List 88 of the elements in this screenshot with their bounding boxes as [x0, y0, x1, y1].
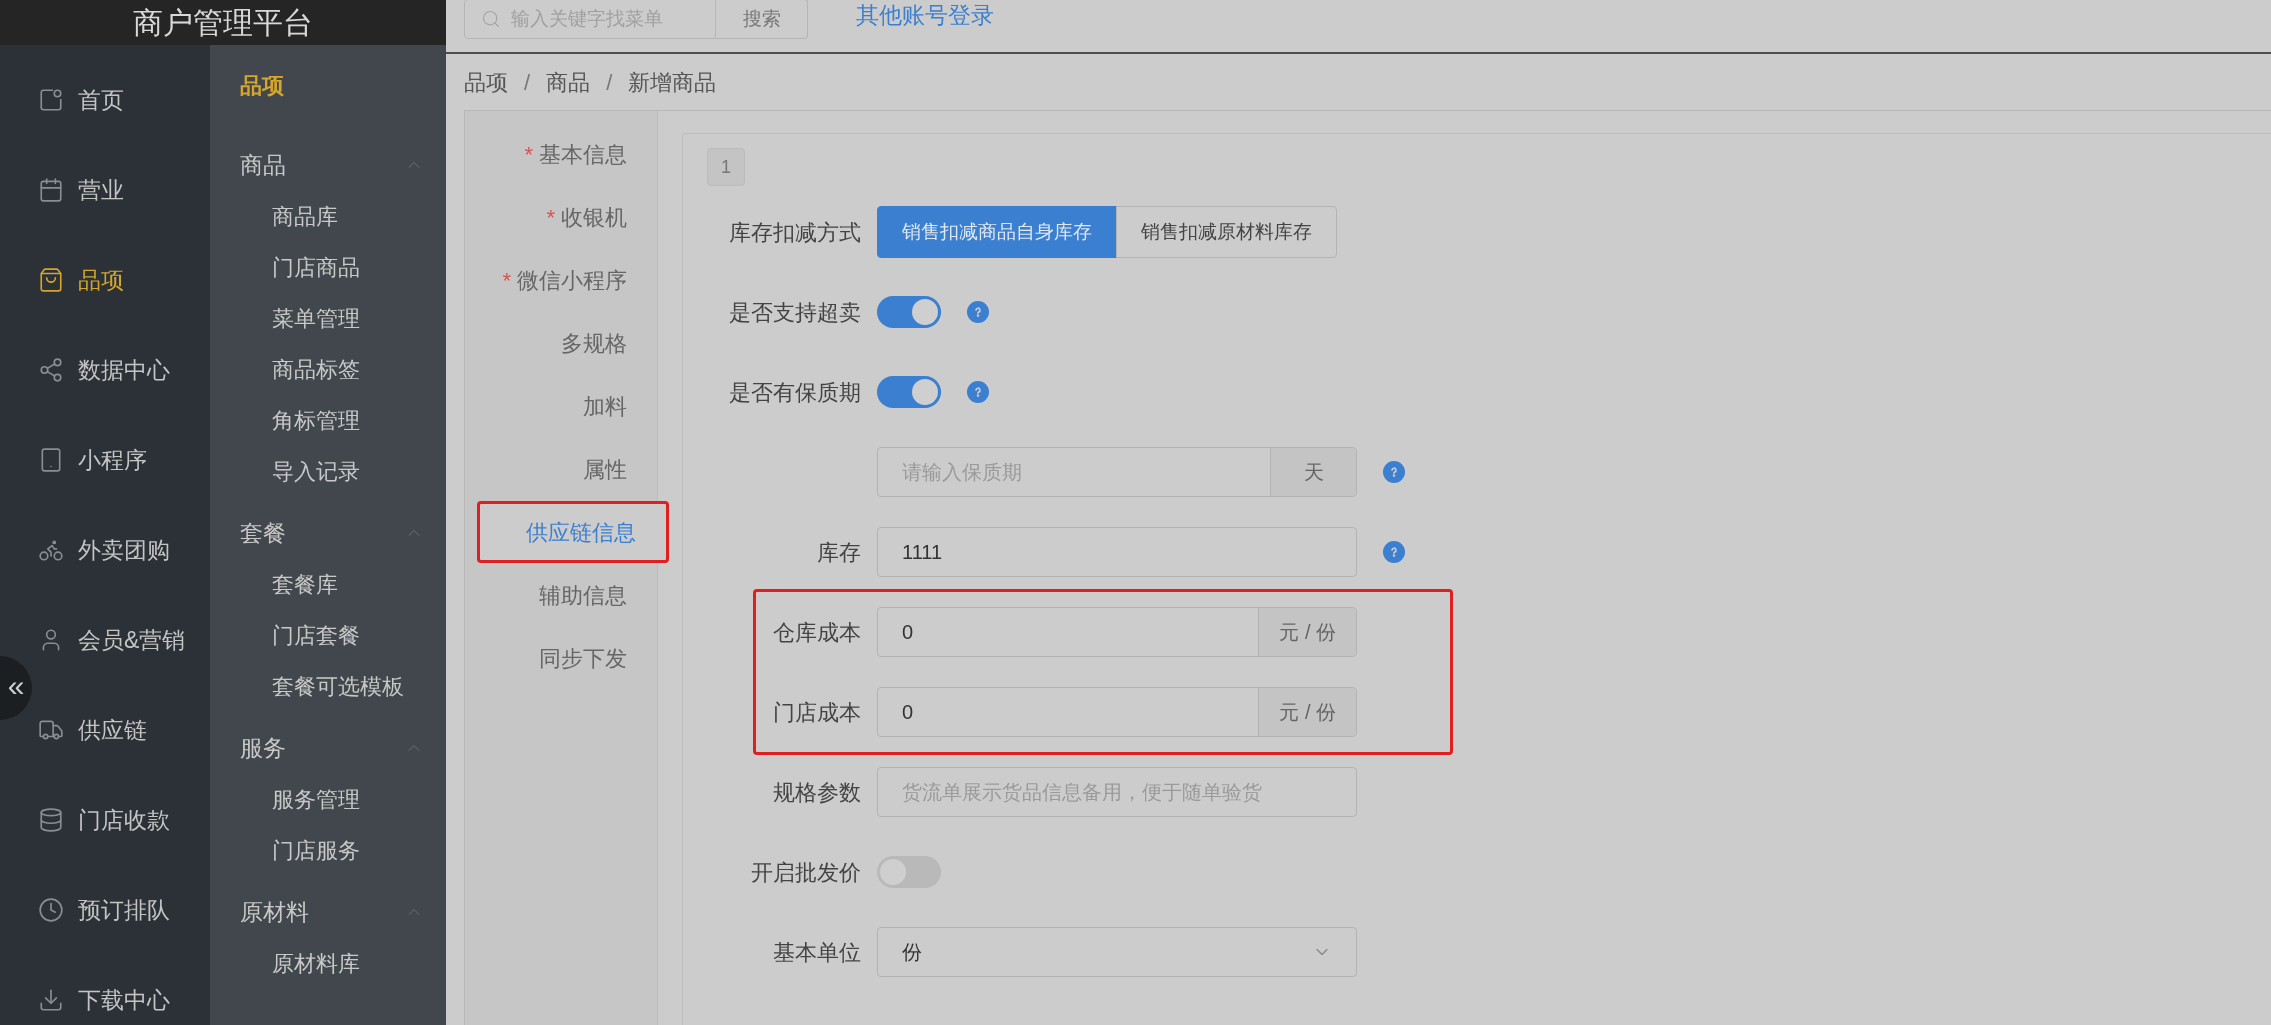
segment-option[interactable]: 销售扣减原材料库存	[1116, 206, 1337, 258]
field-label: 基本单位	[773, 938, 861, 967]
help-icon[interactable]	[967, 301, 989, 323]
input-field[interactable]: 0 元 / 份	[877, 687, 1357, 737]
breadcrumb-separator: /	[606, 68, 613, 97]
download-icon	[38, 987, 64, 1013]
submenu-group[interactable]: 套餐	[210, 497, 446, 559]
submenu-item[interactable]: 套餐可选模板	[210, 661, 446, 712]
required-mark: *	[524, 140, 533, 169]
sidebar-item[interactable]: 会员&营销	[34, 595, 210, 685]
submenu-item[interactable]: 门店商品	[210, 242, 446, 293]
square-dot-icon	[38, 87, 64, 113]
section-tab[interactable]: 加料	[465, 375, 657, 437]
section-label: 供应链信息	[526, 518, 636, 547]
breadcrumb-separator: /	[524, 68, 531, 97]
section-tab[interactable]: 辅助信息	[465, 564, 657, 626]
submenu-group[interactable]: 商品	[210, 129, 446, 191]
help-icon[interactable]	[1383, 541, 1405, 563]
sidebar-item[interactable]: 品项	[34, 235, 210, 325]
submenu-item[interactable]: 商品库	[210, 191, 446, 242]
sidebar-item[interactable]: 下载中心	[34, 955, 210, 1025]
section-label: 收银机	[561, 203, 627, 232]
field-label: 开启批发价	[751, 858, 861, 887]
sidebar-item[interactable]: 预订排队	[34, 865, 210, 955]
section-label: 辅助信息	[539, 581, 627, 610]
section-tab[interactable]: 多规格	[465, 312, 657, 374]
section-label: 基本信息	[539, 140, 627, 169]
share-icon	[38, 357, 64, 383]
shopping-bag-icon	[38, 267, 64, 293]
section-tab[interactable]: * 基本信息	[465, 123, 657, 185]
sidebar-item[interactable]: 营业	[34, 145, 210, 235]
help-icon[interactable]	[1383, 461, 1405, 483]
submenu-item[interactable]: 服务管理	[210, 774, 446, 825]
toggle-switch[interactable]	[877, 376, 941, 408]
submenu-item[interactable]: 菜单管理	[210, 293, 446, 344]
submenu-item[interactable]: 商品标签	[210, 344, 446, 395]
sidebar-item[interactable]: 门店收款	[34, 775, 210, 865]
section-tab[interactable]: 同步下发	[465, 627, 657, 689]
sidebar-item[interactable]: 供应链	[34, 685, 210, 775]
submenu-group[interactable]: 服务	[210, 712, 446, 774]
breadcrumb-link[interactable]: 品项	[464, 65, 508, 99]
select-field[interactable]: 份	[877, 927, 1357, 977]
sidebar-item[interactable]: 外卖团购	[34, 505, 210, 595]
field-label: 门店成本	[773, 698, 861, 727]
breadcrumb-current: 新增商品	[628, 68, 717, 97]
search-button[interactable]: 搜索	[716, 0, 808, 39]
input-field[interactable]: 0 元 / 份	[877, 607, 1357, 657]
submenu-group[interactable]: 原材料	[210, 876, 446, 938]
segment-option[interactable]: 销售扣减商品自身库存	[877, 206, 1117, 258]
section-label: 多规格	[561, 329, 627, 358]
help-icon[interactable]	[967, 381, 989, 403]
field-label: 库存扣减方式	[729, 218, 861, 247]
submenu-item[interactable]: 角标管理	[210, 395, 446, 446]
search-icon	[481, 9, 501, 29]
sidebar-item[interactable]: 数据中心	[34, 325, 210, 415]
section-label: 同步下发	[539, 644, 627, 673]
input-field[interactable]: 1111	[877, 527, 1357, 577]
section-label: 微信小程序	[517, 266, 627, 295]
field-label: 是否支持超卖	[729, 298, 861, 327]
field-label: 规格参数	[773, 778, 861, 807]
database-icon	[38, 807, 64, 833]
unit-addon: 元 / 份	[1258, 608, 1356, 656]
field-label: 仓库成本	[773, 618, 861, 647]
clock-icon	[38, 897, 64, 923]
step-badge: 1	[707, 148, 745, 186]
section-tab[interactable]: 属性	[465, 438, 657, 500]
app-title: 商户管理平台	[0, 0, 446, 45]
submenu-item[interactable]: 门店服务	[210, 825, 446, 876]
sidebar-item[interactable]: 首页	[34, 55, 210, 145]
submenu-item[interactable]: 原材料库	[210, 938, 446, 989]
unit-addon: 天	[1270, 448, 1356, 496]
unit-addon: 元 / 份	[1258, 688, 1356, 736]
required-mark: *	[502, 266, 511, 295]
section-tab[interactable]: * 收银机	[465, 186, 657, 248]
section-tab[interactable]: * 微信小程序	[465, 249, 657, 311]
required-mark: *	[546, 203, 555, 232]
section-label: 加料	[583, 392, 627, 421]
field-label: 是否有保质期	[729, 378, 861, 407]
submenu-item[interactable]: 套餐库	[210, 559, 446, 610]
section-label: 属性	[583, 455, 627, 484]
breadcrumb-link[interactable]: 商品	[546, 65, 591, 99]
submenu-title: 品项	[239, 71, 285, 100]
field-label: 库存	[817, 538, 861, 567]
calendar-icon	[38, 177, 64, 203]
submenu-item[interactable]: 导入记录	[210, 446, 446, 497]
toggle-switch[interactable]	[877, 296, 941, 328]
submenu-item[interactable]: 门店套餐	[210, 610, 446, 661]
sidebar-item[interactable]: 小程序	[34, 415, 210, 505]
